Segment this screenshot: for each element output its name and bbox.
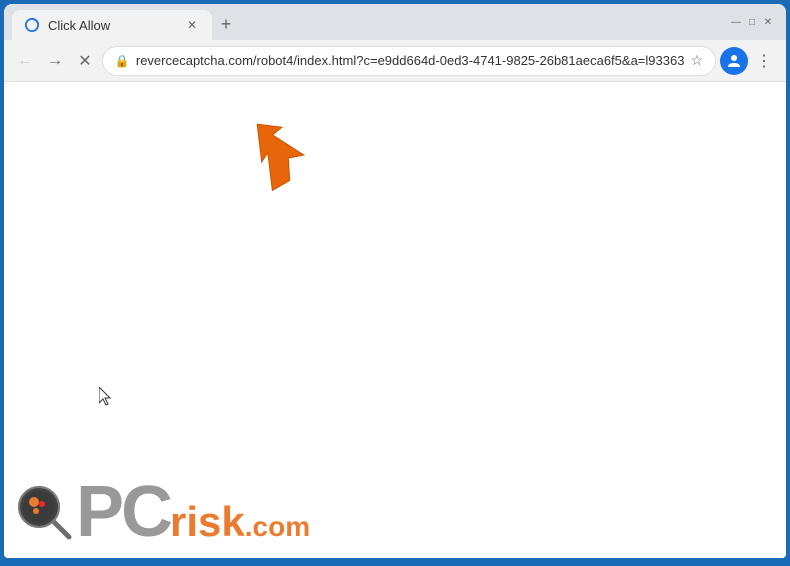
minimize-button[interactable]: —: [730, 16, 742, 28]
watermark-text: PC risk .com: [76, 476, 310, 548]
menu-button[interactable]: ⋮: [750, 47, 778, 75]
favicon-svg: [25, 18, 39, 32]
toolbar: ← → ✕ 🔒 revercecaptcha.com/robot4/index.…: [4, 40, 786, 82]
tab-close-button[interactable]: ✕: [184, 17, 200, 33]
mouse-cursor: [99, 387, 113, 407]
tab-title: Click Allow: [48, 18, 110, 33]
close-button[interactable]: ✕: [762, 16, 774, 28]
window-controls: — □ ✕: [718, 4, 786, 40]
new-tab-button[interactable]: +: [212, 10, 240, 38]
forward-button[interactable]: →: [42, 47, 68, 75]
pcrisk-logo-icon: [14, 482, 74, 542]
bookmark-icon[interactable]: ☆: [690, 52, 703, 69]
tab-favicon: [24, 17, 40, 33]
reload-button[interactable]: ✕: [72, 47, 98, 75]
tabs-area: Click Allow ✕ +: [4, 4, 718, 40]
lock-icon: 🔒: [115, 54, 130, 68]
watermark: PC risk .com: [14, 476, 310, 548]
profile-button[interactable]: [720, 47, 748, 75]
page-content: PC risk .com: [4, 82, 786, 558]
back-button[interactable]: ←: [12, 47, 38, 75]
cursor-svg: [99, 387, 113, 407]
toolbar-right: ⋮: [720, 47, 778, 75]
address-bar[interactable]: 🔒 revercecaptcha.com/robot4/index.html?c…: [102, 46, 716, 76]
avatar-icon: [726, 53, 742, 69]
com-text: .com: [245, 513, 310, 541]
title-bar: Click Allow ✕ + — □ ✕: [4, 4, 786, 40]
risk-text: risk: [170, 501, 245, 543]
active-tab[interactable]: Click Allow ✕: [12, 10, 212, 40]
arrow-svg: [244, 112, 314, 192]
url-text: revercecaptcha.com/robot4/index.html?c=e…: [136, 53, 685, 68]
browser-window: Click Allow ✕ + — □ ✕ ← → ✕: [4, 4, 786, 558]
maximize-button[interactable]: □: [746, 16, 758, 28]
pc-text: PC: [76, 476, 170, 548]
